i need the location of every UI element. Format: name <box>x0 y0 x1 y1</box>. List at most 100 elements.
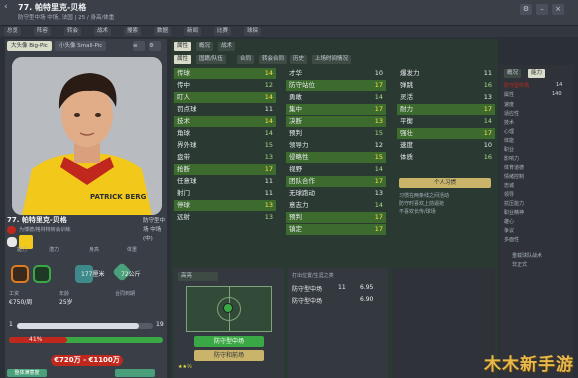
satisfaction-tab[interactable]: 整体满意度 <box>7 369 47 377</box>
attribute-row: 传中 12 <box>177 81 273 89</box>
position-line: 防守型中 <box>143 218 166 224</box>
right-item: 体能 <box>504 138 515 144</box>
attribute-row: 耐力 17 <box>397 104 495 115</box>
attribute-row: 强壮 17 <box>397 128 495 139</box>
nav-item[interactable]: 新闻 <box>184 27 202 36</box>
tab-overview[interactable]: 概况 <box>196 42 214 51</box>
progress-fill <box>17 323 139 329</box>
subtab-nationality[interactable]: 国籍/队伍 <box>196 55 226 64</box>
stat-label: 身高 <box>89 247 100 253</box>
nav-item[interactable]: 数据 <box>154 27 172 36</box>
tab-big-pic[interactable]: 大头像 Big-Pic <box>7 41 52 51</box>
nav-bar: 总览 阵容 转会 战术 搜索 数据 新闻 比赛 球探 <box>0 26 578 37</box>
subtab-transfer[interactable]: 转会合同 <box>259 55 288 64</box>
back-arrow-icon[interactable]: ‹ <box>4 2 14 12</box>
attribute-row: 平衡 14 <box>400 117 492 125</box>
position-panel: 高亮 防守型中场 防守和前场 ★★½ <box>174 268 284 378</box>
attribute-row: 任意球 11 <box>177 177 273 185</box>
stat-label: 能力 <box>17 247 28 253</box>
title-bar: ‹ 77. 帕特里克-贝格 防守型中场 中场, 法国 | 25 / 身高/体重 … <box>0 0 578 26</box>
minimize-icon[interactable]: – <box>536 4 548 15</box>
watermark: 木木新手游 <box>484 355 574 375</box>
position-dot <box>223 303 233 313</box>
player-name: 77. 帕特里克-贝格 <box>7 216 67 224</box>
attribute-row: 弹跳 16 <box>400 81 492 89</box>
pitch-diagram <box>186 286 272 332</box>
wage-label: 工资 <box>9 291 20 297</box>
attribute-row: 预判 17 <box>286 212 386 223</box>
attribute-row: 传球 14 <box>174 68 276 79</box>
attribute-row: 决断 13 <box>286 116 386 127</box>
nav-item[interactable]: 搜索 <box>124 27 142 36</box>
attribute-row: 爆发力 11 <box>400 69 492 77</box>
attribute-row: 抢断 17 <box>174 164 276 175</box>
subtab-contract[interactable]: 合同 <box>237 55 255 64</box>
nav-item[interactable]: 总览 <box>4 27 22 36</box>
nav-item[interactable]: 比赛 <box>214 27 232 36</box>
right-item: 职业 <box>504 147 515 153</box>
subtab-playing-time[interactable]: 上场时间情况 <box>312 55 352 64</box>
age-value: 25岁 <box>59 299 73 306</box>
right-bottom-item[interactable]: 重载球队战术 <box>512 252 542 259</box>
player-card: 大头像 Big-Pic 小头像 Small-Pic ≡ ⚙ PATRICK BE… <box>5 39 167 378</box>
stats-row-b: 6.90 <box>360 296 374 303</box>
role-label: 防守和前场 <box>194 350 264 361</box>
club-badge-icon <box>7 237 17 247</box>
right-item: 适应性 <box>504 111 520 117</box>
attribute-row: 远射 13 <box>177 213 273 221</box>
right-item: 防守型中场 <box>504 83 530 89</box>
bar-min: 1 <box>9 321 13 328</box>
subtab-history[interactable]: 历史 <box>290 55 308 64</box>
attribute-row: 视野 14 <box>289 165 383 173</box>
right-item: 情绪控制 <box>504 174 525 180</box>
nav-item[interactable]: 球探 <box>244 27 262 36</box>
potential-icon <box>33 265 51 283</box>
tab-tactics[interactable]: 战术 <box>218 42 236 51</box>
right-sidebar: 概况 能力 防守型中场 14 属性 140 速度 适应性 技术 心理 体能 职业… <box>500 65 573 378</box>
menu-icon[interactable]: ≡ <box>133 41 145 51</box>
close-icon[interactable]: × <box>552 4 564 15</box>
attribute-row: 界外球 15 <box>177 141 273 149</box>
attribute-row: 无球跑动 13 <box>289 189 383 197</box>
match-stats-panel: 打出位置/生涯之类 防守型中场 11 6.95 防守型中场 6.90 <box>288 268 388 378</box>
attribute-row: 角球 14 <box>177 129 273 137</box>
stat-label: 体重 <box>127 247 138 253</box>
attribute-row: 射门 11 <box>177 189 273 197</box>
right-item: 雄心 <box>504 219 515 225</box>
attribute-row: 侵略性 15 <box>286 152 386 163</box>
gear-icon[interactable]: ⚙ <box>149 41 161 51</box>
contract-label: 合同到期 <box>115 291 136 297</box>
secondary-tab[interactable] <box>115 369 155 377</box>
highlight-select[interactable]: 高亮 <box>178 272 218 281</box>
personal-habits-button[interactable]: 个人习惯 <box>399 178 491 188</box>
nav-item[interactable]: 战术 <box>94 27 112 36</box>
attributes-panel: 属性 概况 战术 属性 国籍/队伍 合同 转会合同 历史 上场时间情况 传球 14… <box>171 39 498 378</box>
player-portrait <box>12 57 162 215</box>
wage-value: €750/周 <box>9 299 33 306</box>
right-bottom-item[interactable]: 非正式 <box>512 261 527 268</box>
tab-attributes[interactable]: 属性 <box>174 42 192 51</box>
tab-overview-right[interactable]: 概况 <box>504 69 522 78</box>
right-item: 抗压能力 <box>504 201 525 207</box>
attribute-row: 盯人 14 <box>174 92 276 103</box>
attribute-row: 防守站位 17 <box>286 80 386 91</box>
right-number: 140 <box>552 91 562 97</box>
stats-title: 打出位置/生涯之类 <box>292 273 334 279</box>
nav-item[interactable]: 阵容 <box>34 27 52 36</box>
habit-item: 防守时喜欢上前逼抢 <box>399 201 445 207</box>
height-value: 177厘米 <box>81 271 105 278</box>
bar-max: 19 <box>156 321 164 328</box>
attribute-row: 体质 16 <box>400 153 492 161</box>
tab-small-pic[interactable]: 小头像 Small-Pic <box>55 41 107 51</box>
age-label: 年龄 <box>59 291 70 297</box>
right-number: 14 <box>556 82 563 88</box>
star-rating: ★★½ <box>178 364 192 370</box>
attribute-row: 集中 17 <box>286 104 386 115</box>
gear-icon[interactable]: ⚙ <box>520 4 532 15</box>
tab-ability-right[interactable]: 能力 <box>528 69 546 78</box>
stats-row-a: 11 <box>338 284 346 291</box>
nav-item[interactable]: 转会 <box>64 27 82 36</box>
attribute-row: 停球 13 <box>174 200 276 211</box>
subtab-attributes[interactable]: 属性 <box>174 55 192 64</box>
attribute-row: 勇敢 14 <box>289 93 383 101</box>
